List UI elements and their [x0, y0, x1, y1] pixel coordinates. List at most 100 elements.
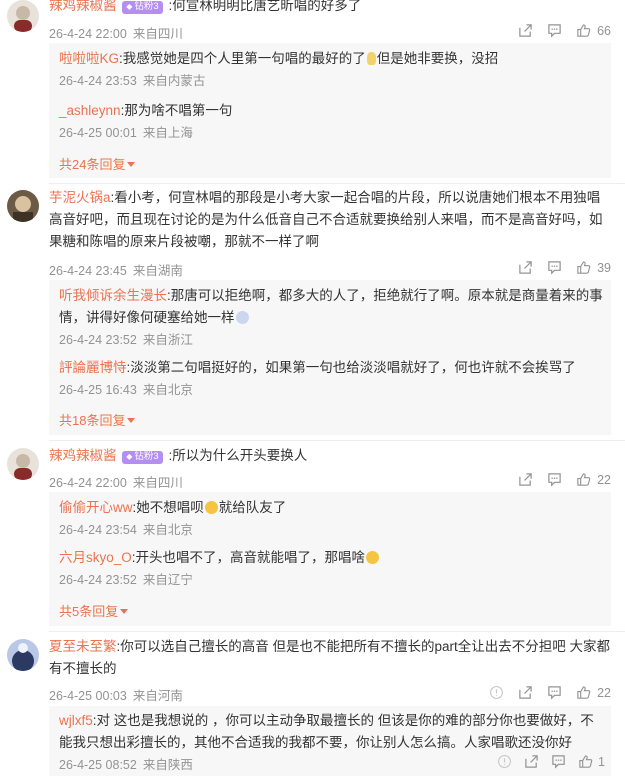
share-button[interactable] — [518, 685, 533, 700]
reply-author[interactable]: 六月skyo_O — [59, 550, 132, 565]
reply-author[interactable]: 偷偷开心ww — [59, 500, 133, 515]
reply-author[interactable]: 評論麗博恃 — [59, 360, 127, 375]
more-replies-link[interactable]: 共24条回复 — [59, 154, 136, 173]
reply-item: _ashleynn:那为啥不唱第一句 26-4-25 00:01 来自上海 — [59, 100, 603, 141]
reply-time: 26-4-25 08:52 — [59, 758, 137, 772]
caret-down-icon — [127, 418, 136, 423]
avatar[interactable] — [7, 190, 39, 222]
reply-location: 来自上海 — [142, 126, 193, 140]
like-button[interactable]: 39 — [576, 260, 611, 275]
share-icon — [519, 473, 532, 486]
comment-author[interactable]: 夏至未至繁 — [49, 639, 117, 654]
caret-down-icon — [120, 609, 129, 614]
comment-location: 来自四川 — [132, 476, 183, 490]
comment-time: 26-4-24 22:00 — [49, 27, 127, 41]
share-button[interactable] — [518, 260, 533, 275]
more-replies-link[interactable]: 共18条回复 — [59, 410, 136, 429]
fan-badge: ◆ 钻粉3 — [122, 450, 163, 464]
reply-item: wjlxf5:对 这也是我想说的 ，你可以主动争取最擅长的 但该是你的难的部分你… — [59, 710, 605, 773]
comment-author[interactable]: 辣鸡辣椒酱 — [49, 448, 117, 463]
reply-location: 来自浙江 — [142, 333, 193, 347]
reply-author[interactable]: 听我倾诉余生漫长 — [59, 288, 167, 303]
reply-location: 来自北京 — [142, 523, 193, 537]
thumbs-up-icon — [577, 473, 591, 486]
reply-text: :淡淡第二句唱挺好的，如果第一句也给淡淡唱就好了，何也许就不会挨骂了 — [126, 360, 576, 375]
comment-location: 来自湖南 — [132, 264, 183, 278]
reply-button[interactable] — [547, 685, 562, 700]
reply-text: :开头也唱不了，高音就能唱了，那唱啥 — [131, 550, 366, 565]
comment-icon — [548, 686, 561, 700]
reply-button[interactable] — [547, 23, 562, 38]
reply-time: 26-4-24 23:52 — [59, 573, 137, 587]
comment-location: 来自河南 — [132, 689, 183, 703]
reply-location: 来自陕西 — [142, 758, 193, 772]
comment-author[interactable]: 芋泥火锅a — [49, 190, 111, 205]
diamond-icon: ◆ — [126, 452, 133, 461]
divider — [49, 631, 625, 632]
report-button[interactable] — [489, 685, 504, 700]
reply-button[interactable] — [547, 260, 562, 275]
like-count: 22 — [597, 472, 611, 487]
comment-text: :你可以选自己擅长的高音 但是也不能把所有不擅长的part全让出去不分担吧 大家… — [49, 639, 611, 676]
reply-item: 听我倾诉余生漫长:那唐可以拒绝啊，都多大的人了，拒绝就行了啊。原本就是商量着来的… — [59, 285, 603, 348]
avatar[interactable] — [7, 0, 39, 32]
reply-time: 26-4-24 23:54 — [59, 523, 137, 537]
reply-list: 偷偷开心ww:她不想唱呗 就给队友了 26-4-24 23:54 来自北京 六月sk… — [49, 492, 611, 626]
cupcake-emoji-icon — [235, 311, 249, 324]
report-icon — [498, 755, 512, 768]
reply-author[interactable]: _ashleynn — [59, 103, 121, 118]
share-button[interactable] — [524, 754, 539, 769]
reply-text-cont: 但是她非要换，没招 — [376, 51, 499, 66]
like-count: 22 — [597, 685, 611, 700]
like-button[interactable]: 22 — [576, 472, 611, 487]
like-button[interactable]: 66 — [576, 23, 611, 38]
comment-time: 26-4-24 22:00 — [49, 476, 127, 490]
reply-text-cont: 就给队友了 — [218, 500, 287, 515]
laugh-emoji-icon — [366, 551, 380, 564]
caret-down-icon — [127, 162, 136, 167]
reply-time: 26-4-25 16:43 — [59, 383, 137, 397]
comment-text: :所以为什么开头要换人 — [168, 448, 308, 463]
reply-text: :我感觉她是四个人里第一句唱的最好的了 — [119, 51, 366, 66]
comment-location: 来自四川 — [132, 27, 183, 41]
bulb-emoji-icon — [366, 52, 376, 65]
comment-icon — [552, 755, 565, 769]
avatar[interactable] — [7, 448, 39, 480]
comment-text: :何宣林明明比唐艺昕唱的好多了 — [168, 0, 362, 13]
like-button[interactable]: 22 — [576, 685, 611, 700]
reply-list: 啦啦啦KG:我感觉她是四个人里第一句唱的最好的了 但是她非要换，没招 26-4-2… — [49, 43, 611, 178]
reply-item: 評論麗博恃:淡淡第二句唱挺好的，如果第一句也给淡淡唱就好了，何也许就不会挨骂了 … — [59, 357, 603, 398]
share-button[interactable] — [518, 472, 533, 487]
reply-time: 26-4-24 23:53 — [59, 74, 137, 88]
reply-list: 听我倾诉余生漫长:那唐可以拒绝啊，都多大的人了，拒绝就行了啊。原本就是商量着来的… — [49, 280, 611, 435]
like-count: 66 — [597, 23, 611, 38]
face-emoji-icon — [204, 501, 218, 514]
avatar[interactable] — [7, 639, 39, 671]
reply-author[interactable]: wjlxf5 — [59, 713, 93, 728]
report-button[interactable] — [497, 754, 512, 769]
reply-author[interactable]: 啦啦啦KG — [59, 51, 119, 66]
share-icon — [519, 261, 532, 274]
reply-location: 来自北京 — [142, 383, 193, 397]
reply-location: 来自辽宁 — [142, 573, 193, 587]
report-icon — [490, 686, 504, 699]
divider — [49, 440, 625, 441]
comment-author[interactable]: 辣鸡辣椒酱 — [49, 0, 117, 13]
reply-time: 26-4-25 00:01 — [59, 126, 137, 140]
share-button[interactable] — [518, 23, 533, 38]
reply-button[interactable] — [547, 472, 562, 487]
like-count: 1 — [598, 754, 605, 769]
reply-time: 26-4-24 23:52 — [59, 333, 137, 347]
like-count: 39 — [597, 260, 611, 275]
more-replies-link[interactable]: 共5条回复 — [59, 601, 129, 620]
comment-icon — [548, 24, 561, 38]
comment-icon — [548, 261, 561, 275]
thumbs-up-icon — [577, 686, 591, 699]
reply-item: 偷偷开心ww:她不想唱呗 就给队友了 26-4-24 23:54 来自北京 — [59, 497, 603, 538]
reply-text: :她不想唱呗 — [132, 500, 204, 515]
reply-button[interactable] — [551, 754, 566, 769]
like-button[interactable]: 1 — [578, 754, 605, 769]
comment-time: 26-4-24 23:45 — [49, 264, 127, 278]
fan-badge: ◆ 钻粉3 — [122, 0, 163, 14]
comment-text: :看小考，何宣林唱的那段是小考大家一起合唱的片段，所以说唐她们根本不用独唱高音好… — [49, 190, 603, 249]
